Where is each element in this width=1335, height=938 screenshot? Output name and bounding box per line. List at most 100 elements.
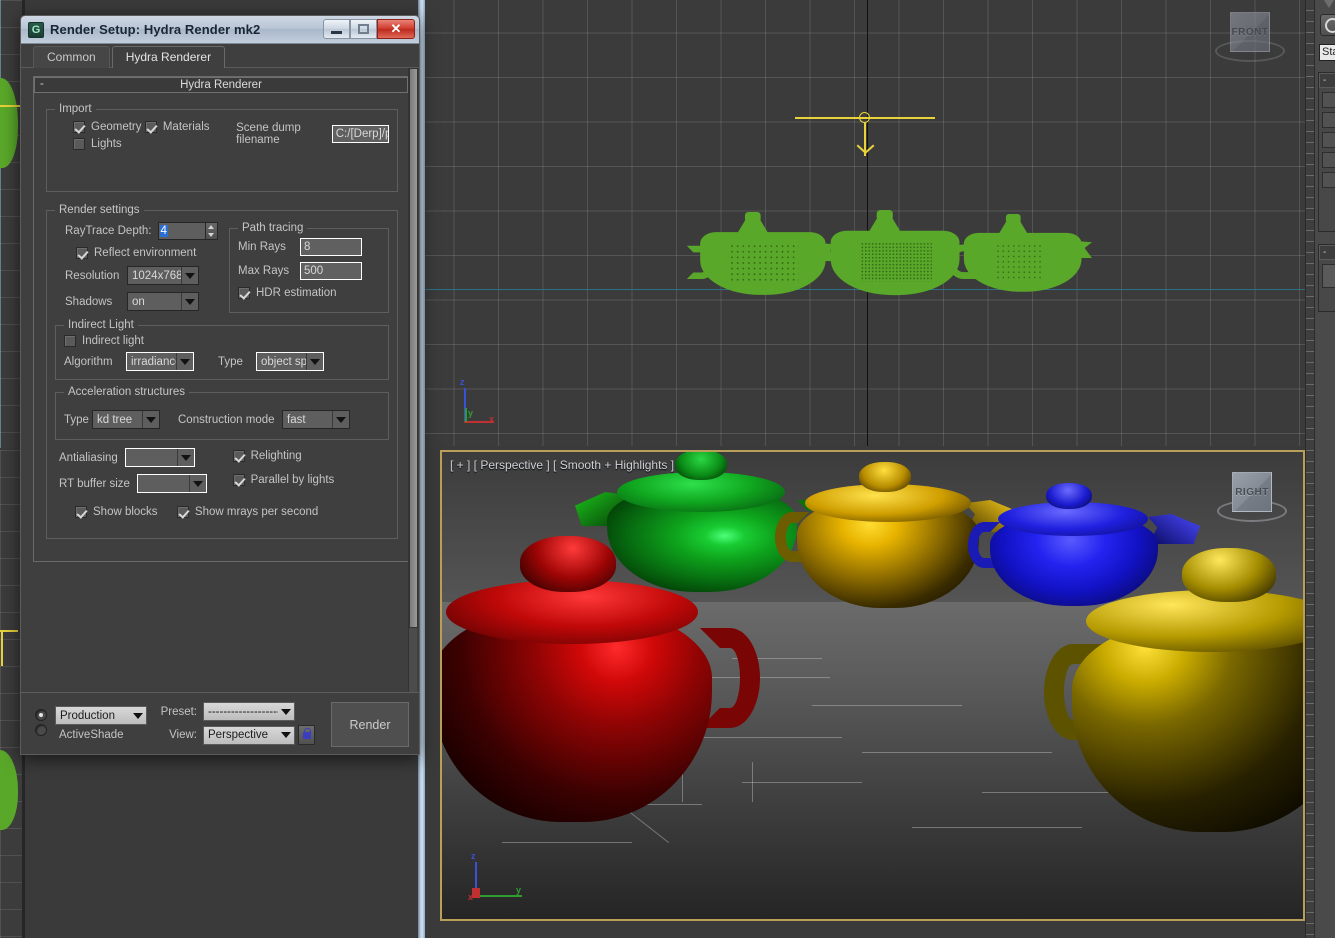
algorithm-value: irradiance — [127, 356, 176, 368]
chevron-down-icon[interactable] — [181, 293, 198, 310]
checkbox-hdr-estimation[interactable]: HDR estimation — [238, 287, 337, 299]
teapot-yellow[interactable] — [797, 470, 987, 620]
checkbox-show-blocks[interactable]: Show blocks — [75, 506, 158, 518]
render-button[interactable]: Render — [331, 702, 409, 747]
viewport-left-bottom-sliver[interactable] — [0, 450, 22, 938]
floor-line — [812, 705, 962, 706]
rollout-row[interactable] — [1322, 152, 1335, 168]
viewcube-face-label[interactable]: RIGHT — [1232, 472, 1272, 512]
chevron-down-icon[interactable] — [306, 353, 323, 370]
radio-production[interactable] — [35, 709, 53, 721]
algorithm-combobox[interactable]: irradiance — [126, 352, 194, 371]
min-rays-input[interactable]: 8 — [300, 238, 362, 256]
panel-collapse-icon[interactable] — [1324, 0, 1334, 8]
teapot-red[interactable] — [440, 542, 732, 842]
viewcube-face-label[interactable]: FRONT — [1230, 12, 1270, 52]
shadows-combobox[interactable]: on — [127, 292, 199, 311]
checkbox-materials[interactable]: Materials — [145, 121, 210, 133]
color-swatch-button[interactable] — [1320, 14, 1335, 36]
viewport-label[interactable]: [ + ] [ Perspective ] [ Smooth + Highlig… — [450, 458, 674, 472]
scene-dump-filename-input[interactable]: C:/[Derp]/plu — [332, 125, 389, 143]
algorithm-label: Algorithm — [64, 356, 126, 368]
checkbox-reflect-environment[interactable]: Reflect environment — [76, 247, 196, 259]
tab-common[interactable]: Common — [33, 46, 110, 68]
object-name-field[interactable]: Sta — [1319, 44, 1335, 61]
rollout-header[interactable]: - — [1319, 73, 1335, 88]
grid-lines — [0, 450, 22, 938]
dialog-scrollbar[interactable] — [408, 68, 417, 692]
chevron-down-icon[interactable] — [142, 411, 159, 428]
radio-activeshade[interactable] — [35, 724, 53, 736]
rollout-hydra-renderer[interactable]: - Hydra Renderer Import Geometry — [33, 76, 409, 562]
preset-combobox[interactable]: -------------------- — [203, 702, 295, 721]
chevron-down-icon[interactable] — [176, 353, 193, 370]
indirect-type-combobox[interactable]: object spa — [256, 352, 324, 371]
checkbox-indirect-light[interactable]: Indirect light — [64, 335, 144, 347]
viewport-perspective[interactable]: [ + ] [ Perspective ] [ Smooth + Highlig… — [440, 450, 1305, 921]
viewcube-right[interactable]: RIGHT — [1215, 466, 1289, 528]
rt-buffer-size-combobox[interactable] — [137, 474, 207, 493]
rollout-panel-1[interactable]: - — [1318, 72, 1335, 232]
chevron-down-icon[interactable] — [130, 713, 146, 719]
view-lock-button[interactable] — [298, 725, 315, 745]
axis-tripod: z x y — [453, 378, 509, 434]
render-mode-combobox[interactable]: Production — [55, 706, 147, 725]
rollout-button[interactable] — [1322, 264, 1335, 288]
close-button[interactable]: ✕ — [377, 19, 415, 39]
grid-axis-vertical — [867, 0, 868, 446]
minimize-icon — [331, 31, 342, 34]
rollout-row[interactable] — [1322, 132, 1335, 148]
antialiasing-combobox[interactable] — [125, 448, 195, 467]
collapse-icon[interactable]: - — [40, 77, 44, 91]
checkbox-label: Relighting — [251, 450, 302, 462]
dialog-titlebar[interactable]: G Render Setup: Hydra Render mk2 ✕ — [21, 16, 419, 44]
construction-mode-combobox[interactable]: fast — [282, 410, 350, 429]
activeshade-label[interactable]: ActiveShade — [55, 729, 147, 741]
chevron-down-icon[interactable] — [332, 411, 349, 428]
teapot-knob — [859, 462, 911, 492]
checkbox-show-mrays[interactable]: Show mrays per second — [177, 506, 318, 518]
rollout-row[interactable] — [1322, 172, 1335, 188]
checkbox-parallel-by-lights[interactable]: Parallel by lights — [233, 474, 335, 486]
command-panel[interactable]: Sta - - — [1305, 0, 1335, 938]
checkbox-box — [233, 474, 245, 486]
rollout-panel-2[interactable]: - — [1318, 244, 1335, 312]
checkbox-geometry[interactable]: Geometry — [73, 121, 142, 133]
raytrace-depth-input[interactable]: 4 — [158, 222, 206, 240]
checkbox-lights[interactable]: Lights — [73, 138, 122, 150]
max-rays-input[interactable]: 500 — [300, 262, 362, 280]
rollout-row[interactable] — [1322, 112, 1335, 128]
dialog-tabs[interactable]: Common Hydra Renderer — [21, 44, 419, 68]
chevron-down-icon[interactable] — [189, 475, 206, 492]
raytrace-depth-spinner[interactable]: 4 — [158, 222, 218, 240]
rollout-row[interactable] — [1322, 92, 1335, 108]
command-panel-ruler — [1306, 0, 1315, 938]
checkbox-relighting[interactable]: Relighting — [233, 450, 302, 462]
view-combobox[interactable]: Perspective — [203, 726, 295, 745]
viewport-front[interactable]: FRONT z x y — [425, 0, 1305, 446]
spinner-arrows[interactable] — [206, 222, 218, 240]
tab-hydra-renderer[interactable]: Hydra Renderer — [112, 46, 225, 68]
rollout-header[interactable]: - — [1319, 245, 1335, 260]
render-setup-dialog[interactable]: G Render Setup: Hydra Render mk2 ✕ Commo… — [20, 15, 420, 755]
chevron-down-icon[interactable] — [278, 732, 294, 738]
rollout-header[interactable]: - Hydra Renderer — [34, 77, 408, 93]
accel-type-combobox[interactable]: kd tree — [92, 410, 160, 429]
viewport-left-top-sliver[interactable] — [0, 0, 22, 448]
chevron-down-icon[interactable] — [177, 449, 194, 466]
viewcube-front[interactable]: FRONT — [1213, 6, 1287, 68]
resolution-combobox[interactable]: 1024x768 — [127, 266, 199, 285]
circle-icon — [1325, 18, 1335, 33]
maximize-button[interactable] — [350, 19, 377, 39]
chevron-down-icon[interactable] — [278, 709, 294, 715]
minimize-button[interactable] — [323, 19, 350, 39]
chevron-down-icon[interactable] — [181, 267, 198, 284]
spinner-up-icon — [208, 225, 214, 229]
floor-line — [502, 842, 632, 843]
checkbox-box — [76, 247, 88, 259]
teapot-knob — [1182, 548, 1276, 602]
teapot-olive[interactable] — [1072, 552, 1305, 852]
scrollbar-thumb[interactable] — [409, 68, 418, 628]
group-import: Import Geometry Materials — [46, 103, 398, 192]
window-controls[interactable]: ✕ — [323, 19, 415, 39]
